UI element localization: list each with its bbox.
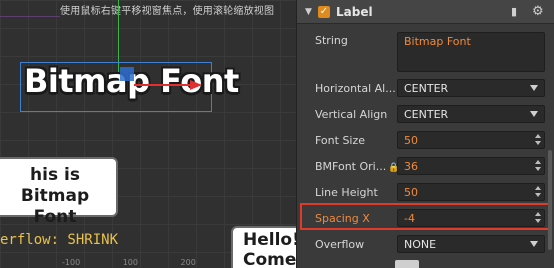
bmfont-original-size-label: BMFont Ori... 🔒 <box>315 160 399 173</box>
ruler-numbers: -100 100 200 <box>62 258 196 267</box>
overflow-value: NONE <box>404 238 437 251</box>
card-line: Come <box>243 250 296 268</box>
component-header[interactable]: ▼ ✓ Label ▮ ⚙ <box>297 0 554 24</box>
horizontal-align-label: Horizontal Al... <box>315 82 396 95</box>
line-height-label: Line Height <box>315 186 378 199</box>
next-field-stub[interactable] <box>395 260 419 268</box>
horizontal-align-select[interactable]: CENTER <box>397 79 545 97</box>
scene-view[interactable]: 使用鼠标右键平移视窗焦点，使用滚轮缩放视图 Bitmap Font his is… <box>0 0 296 268</box>
card-line: Hello! <box>243 230 296 250</box>
dropdown-arrow-icon <box>530 111 538 117</box>
card-line: Font <box>33 207 77 227</box>
card-line: his is Bitmap <box>20 165 90 206</box>
overflow-prop-label: Overflow <box>315 238 365 251</box>
spacing-x-highlight <box>300 203 551 230</box>
hello-card-node[interactable]: Hello! Come <box>231 226 296 268</box>
vertical-align-label: Vertical Align <box>315 108 388 121</box>
inspector-scrollbar[interactable] <box>548 150 552 250</box>
bmfont-original-size-text: BMFont Ori... <box>315 160 387 173</box>
component-title: Label <box>336 5 373 19</box>
spinner-icon[interactable] <box>535 186 542 198</box>
checkbox-icon[interactable]: ✓ <box>318 6 330 18</box>
bmfont-original-size-field[interactable]: 36 <box>397 157 545 175</box>
font-size-field[interactable]: 50 <box>397 131 545 149</box>
string-value: Bitmap Font <box>404 35 471 48</box>
line-height-value: 50 <box>404 186 418 199</box>
bmfont-original-size-value: 36 <box>404 160 418 173</box>
vertical-align-select[interactable]: CENTER <box>397 105 545 123</box>
vertical-align-value: CENTER <box>404 108 449 121</box>
dropdown-arrow-icon <box>530 85 538 91</box>
x-axis-arrow-icon[interactable] <box>190 80 202 90</box>
scene-hint-text: 使用鼠标右键平移视窗焦点，使用滚轮缩放视图 <box>60 6 275 17</box>
spinner-icon[interactable] <box>535 134 542 146</box>
editor-window: 使用鼠标右键平移视窗焦点，使用滚轮缩放视图 Bitmap Font his is… <box>0 0 554 268</box>
chevron-down-icon[interactable]: ▼ <box>305 7 312 17</box>
overflow-select[interactable]: NONE <box>397 235 545 253</box>
line-height-field[interactable]: 50 <box>397 183 545 201</box>
font-size-label: Font Size <box>315 134 366 147</box>
bitmap-card-node[interactable]: his is Bitmap Font <box>0 157 118 227</box>
string-field[interactable]: Bitmap Font <box>397 32 545 72</box>
spinner-icon[interactable] <box>535 160 542 172</box>
divider <box>0 16 60 17</box>
string-label: String <box>315 34 348 47</box>
overflow-label[interactable]: erflow: SHRINK <box>0 232 118 248</box>
book-icon[interactable]: ▮ <box>511 5 517 18</box>
move-handle-square[interactable] <box>120 67 134 81</box>
x-axis-handle-line[interactable] <box>134 84 192 86</box>
horizontal-align-value: CENTER <box>404 82 449 95</box>
gear-icon[interactable]: ⚙ <box>532 4 544 19</box>
dropdown-arrow-icon <box>530 241 538 247</box>
font-size-value: 50 <box>404 134 418 147</box>
